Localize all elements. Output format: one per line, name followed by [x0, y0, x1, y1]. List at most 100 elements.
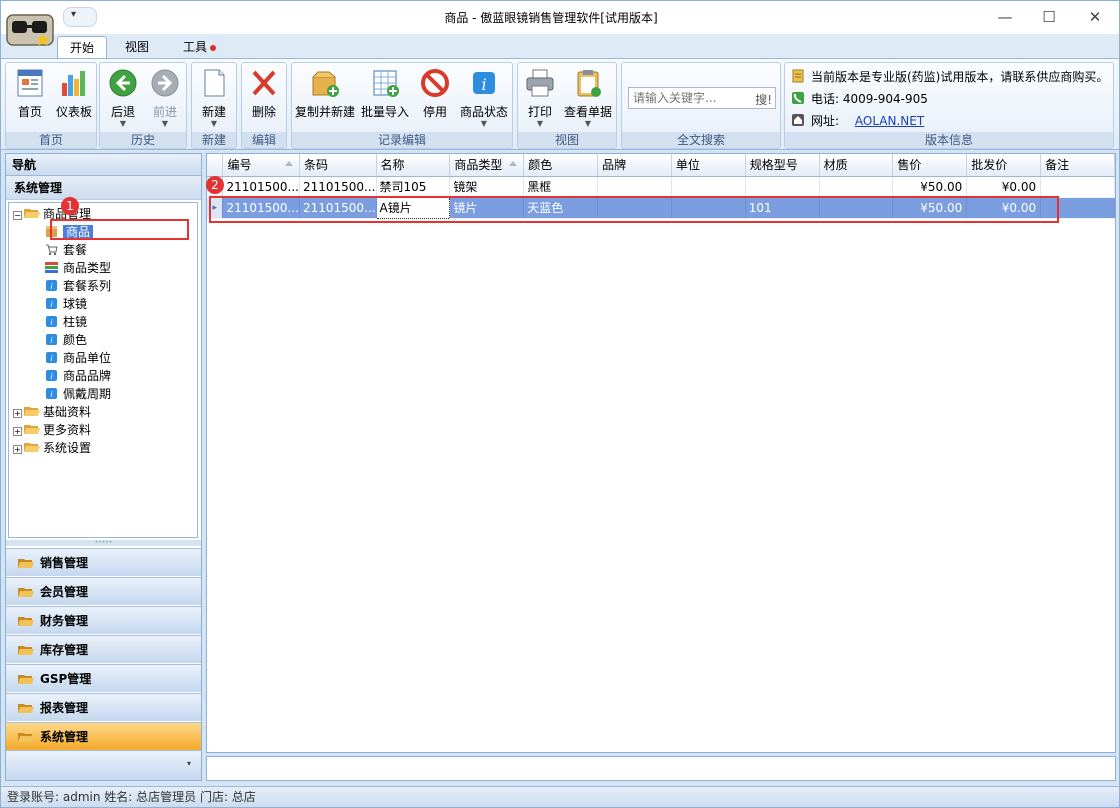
column-header[interactable]: 材质: [819, 154, 894, 177]
app-window: ▾ 商品 - 傲蓝眼镜销售管理软件[试用版本] — ☐ ✕ 开始 视图 工具 首…: [0, 0, 1120, 808]
status-button[interactable]: i 商品状态 ▼: [458, 65, 510, 131]
notification-dot-icon: [210, 44, 217, 51]
table-cell[interactable]: 镜架: [449, 176, 525, 198]
accordion-gsp[interactable]: GSP管理: [6, 664, 201, 692]
dashboard-button[interactable]: 仪表板: [52, 65, 96, 131]
ribbon-group-search: 搜! 全文搜索: [621, 62, 781, 149]
nav-footer: ▾: [6, 750, 201, 780]
table-cell[interactable]: [1040, 176, 1115, 198]
tree-label: 球镜: [63, 297, 88, 311]
tree-label: 商品类型: [63, 261, 112, 275]
tree-item-cylinder[interactable]: i 柱镜: [45, 313, 87, 331]
folder-icon: [18, 617, 34, 626]
back-button[interactable]: 后退 ▼: [104, 65, 142, 131]
table-cell[interactable]: ¥50.00: [892, 176, 968, 198]
tree-node-more-data[interactable]: + 更多资料: [13, 421, 91, 439]
view-document-button[interactable]: 查看单据 ▼: [562, 65, 614, 131]
info-icon: i: [46, 388, 57, 399]
copy-new-button[interactable]: 复制并新建: [294, 65, 356, 131]
tab-tools[interactable]: 工具: [171, 36, 228, 58]
table-cell[interactable]: 黑框: [523, 176, 599, 198]
ribbon-group-view: 打印 ▼ 查看单据 ▼ 视图: [517, 62, 617, 149]
tree-item-product-type[interactable]: 商品类型: [45, 259, 111, 277]
column-header[interactable]: 单位: [671, 154, 746, 177]
nav-options-dropdown-icon[interactable]: ▾: [187, 759, 191, 768]
ribbon: 首页 仪表板 首页 后退 ▼ 前进 ▼ 历史 新建 ▼ 新建 删除 编辑 复制并…: [1, 58, 1119, 150]
expand-icon[interactable]: +: [13, 427, 22, 436]
maximize-button[interactable]: ☐: [1031, 5, 1067, 29]
expand-icon[interactable]: +: [13, 409, 22, 418]
accordion-finance[interactable]: 财务管理: [6, 606, 201, 634]
column-header[interactable]: 颜色: [523, 154, 599, 177]
house-icon: [792, 114, 804, 126]
svg-text:i: i: [481, 75, 486, 94]
delete-button[interactable]: 删除: [245, 65, 283, 131]
navigation-pane: 导航 系统管理 −商品管理 商品 套餐 商品类型 i套餐系列 i球镜 i柱镜: [5, 153, 202, 781]
minimize-button[interactable]: —: [987, 5, 1023, 29]
column-header[interactable]: 编号: [222, 154, 300, 177]
table-cell[interactable]: [597, 176, 672, 198]
print-button[interactable]: 打印 ▼: [520, 65, 560, 131]
table-cell[interactable]: [745, 176, 820, 198]
accordion-system[interactable]: 系统管理: [6, 722, 201, 750]
new-button[interactable]: 新建 ▼: [195, 65, 233, 131]
table-row[interactable]: 21101500... 21101500... 禁司105 镜架 黑框 ¥50.…: [207, 176, 1115, 198]
table-cell[interactable]: 21101500...: [222, 176, 300, 198]
folder-open-icon: [24, 209, 40, 218]
table-cell[interactable]: [671, 176, 746, 198]
column-header[interactable]: 备注: [1040, 154, 1115, 177]
tree-item-package-series[interactable]: i 套餐系列: [45, 277, 111, 295]
table-cell[interactable]: [819, 176, 894, 198]
tab-view[interactable]: 视图: [113, 36, 161, 58]
copy-new-label: 复制并新建: [294, 105, 355, 119]
table-cell[interactable]: 21101500...: [299, 176, 377, 198]
disable-button[interactable]: 停用: [416, 65, 454, 131]
table-header-row: 编号 条码 名称 商品类型 颜色 品牌 单位 规格型号 材质 售价 批发价 备注: [207, 154, 1115, 177]
new-label: 新建: [201, 105, 226, 119]
column-header[interactable]: 售价: [892, 154, 968, 177]
home-button[interactable]: 首页: [10, 65, 50, 131]
pane-splitter[interactable]: •••••: [6, 540, 201, 546]
column-header[interactable]: 规格型号: [745, 154, 820, 177]
tree-label: 商品品牌: [63, 369, 112, 383]
tree-item-wear-cycle[interactable]: i 佩戴周期: [45, 385, 111, 403]
tab-start[interactable]: 开始: [57, 36, 108, 58]
column-header[interactable]: 批发价: [966, 154, 1042, 177]
tree-item-package[interactable]: 套餐: [45, 241, 87, 259]
accordion-members[interactable]: 会员管理: [6, 577, 201, 605]
arrow-left-icon: [109, 69, 137, 97]
group-label: 编辑: [242, 132, 286, 148]
accordion-inventory[interactable]: 库存管理: [6, 635, 201, 663]
tree-item-unit[interactable]: i 商品单位: [45, 349, 111, 367]
stack-icon: [45, 262, 58, 273]
group-label: 视图: [518, 132, 616, 148]
search-button[interactable]: 搜!: [755, 91, 772, 108]
product-grid: 编号 条码 名称 商品类型 颜色 品牌 单位 规格型号 材质 售价 批发价 备注…: [206, 153, 1116, 753]
print-label: 打印: [527, 105, 552, 119]
table-cell[interactable]: 禁司105: [376, 176, 451, 198]
column-header[interactable]: 商品类型: [449, 154, 525, 177]
accordion-sales[interactable]: 销售管理: [6, 548, 201, 576]
ribbon-group-record-edit: 复制并新建 批量导入 停用 i 商品状态 ▼ 记录编辑: [291, 62, 513, 149]
expand-icon[interactable]: +: [13, 445, 22, 454]
forward-button[interactable]: 前进 ▼: [146, 65, 184, 131]
search-input[interactable]: [629, 88, 749, 108]
table-cell[interactable]: ¥0.00: [966, 176, 1042, 198]
column-header[interactable]: 条码: [299, 154, 377, 177]
tab-label: 开始: [70, 41, 95, 55]
tree-item-color[interactable]: i 颜色: [45, 331, 87, 349]
batch-import-button[interactable]: 批量导入: [360, 65, 410, 131]
tree-node-basic-data[interactable]: + 基础资料: [13, 403, 91, 421]
close-button[interactable]: ✕: [1077, 5, 1113, 29]
folder-icon: [24, 443, 40, 452]
tree-label: 商品单位: [63, 351, 112, 365]
tab-label: 工具: [183, 40, 208, 54]
tree-node-system-settings[interactable]: + 系统设置: [13, 439, 91, 457]
tree-item-sphere[interactable]: i 球镜: [45, 295, 87, 313]
collapse-icon[interactable]: −: [13, 211, 22, 220]
column-header[interactable]: 名称: [376, 154, 451, 177]
website-link[interactable]: AOLAN.NET: [855, 114, 924, 128]
column-header[interactable]: 品牌: [597, 154, 672, 177]
accordion-reports[interactable]: 报表管理: [6, 693, 201, 721]
tree-item-brand[interactable]: i 商品品牌: [45, 367, 111, 385]
